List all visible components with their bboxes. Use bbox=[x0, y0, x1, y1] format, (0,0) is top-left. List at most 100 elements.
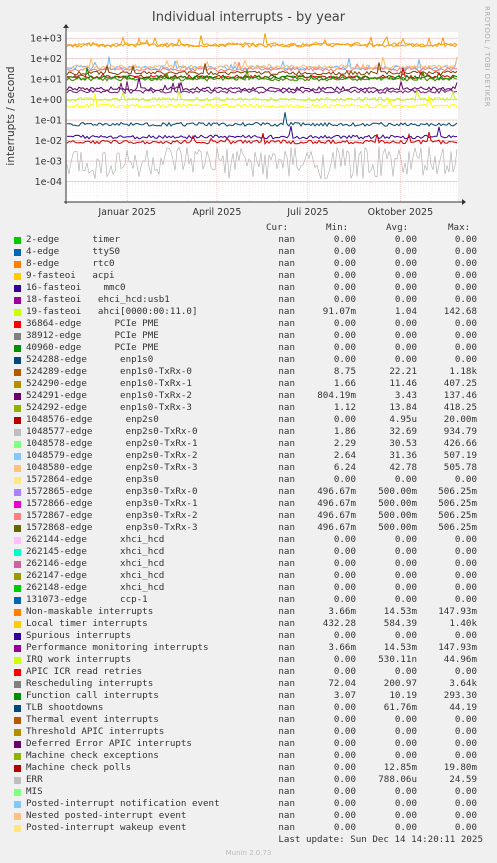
cur-value: nan bbox=[278, 762, 295, 773]
interrupts-chart: 1e+03 1e+02 1e+01 1e+00 1e-01 1e-02 1e-03 1e-04… bbox=[5, 24, 466, 218]
series-name: 524292-edge enp1s0-TxRx-3 bbox=[26, 402, 192, 413]
min-value: 72.04 bbox=[328, 678, 356, 689]
cur-value: nan bbox=[278, 402, 295, 413]
legend-row: 1048578-edge enp2s0-TxRx-1 nan 2.29 30.53 42… bbox=[0, 438, 497, 450]
max-value: 19.80m bbox=[443, 762, 477, 773]
avg-value: 13.84 bbox=[389, 402, 417, 413]
cur-value: nan bbox=[278, 642, 295, 653]
max-value: 142.68 bbox=[443, 306, 477, 317]
series-name: 1572868-edge enp3s0-TxRx-3 bbox=[26, 522, 198, 533]
max-value: 20.00m bbox=[443, 414, 477, 425]
min-value: 2.64 bbox=[333, 450, 356, 461]
legend-row: 1048579-edge enp2s0-TxRx-2 nan 2.64 31.36 50… bbox=[0, 450, 497, 462]
max-value: 0.00 bbox=[454, 534, 477, 545]
legend-row: 4-edge ttyS0 nan 0.00 0.00 0.00 bbox=[0, 246, 497, 258]
legend-row: MIS nan 0.00 0.00 0.00 bbox=[0, 786, 497, 798]
cur-value: nan bbox=[278, 570, 295, 581]
series-swatch bbox=[14, 441, 21, 448]
series-name: Deferred Error APIC interrupts bbox=[26, 738, 192, 749]
series-swatch bbox=[14, 261, 21, 268]
y-tick-labels: 1e+03 1e+02 1e+01 1e+00 1e-01 1e-02 1e-03 1e-04 bbox=[30, 34, 62, 188]
series-swatch bbox=[14, 369, 21, 376]
avg-value: 200.97 bbox=[383, 678, 417, 689]
max-value: 147.93m bbox=[438, 606, 477, 617]
avg-value: 1.04 bbox=[394, 306, 417, 317]
series-name: 262145-edge xhci_hcd bbox=[26, 546, 165, 557]
cur-value: nan bbox=[278, 462, 295, 473]
series-swatch bbox=[14, 501, 21, 508]
cur-value: nan bbox=[278, 534, 295, 545]
avg-value: 0.00 bbox=[394, 630, 417, 641]
series-name: Posted-interrupt notification event bbox=[26, 798, 220, 809]
series-name: 40960-edge PCIe PME bbox=[26, 342, 159, 353]
series-swatch bbox=[14, 273, 21, 280]
min-value: 432.28 bbox=[322, 618, 356, 629]
max-value: 24.59 bbox=[449, 774, 477, 785]
min-value: 0.00 bbox=[333, 258, 356, 269]
series-name: 131073-edge ccp-1 bbox=[26, 594, 148, 605]
series-name: 1048579-edge enp2s0-TxRx-2 bbox=[26, 450, 198, 461]
min-value: 496.67m bbox=[317, 522, 356, 533]
cur-value: nan bbox=[278, 594, 295, 605]
series-swatch bbox=[14, 621, 21, 628]
avg-value: 0.00 bbox=[394, 786, 417, 797]
max-value: 0.00 bbox=[454, 666, 477, 677]
series-swatch bbox=[14, 333, 21, 340]
x-tick-label: Oktober 2025 bbox=[368, 207, 434, 218]
avg-value: 0.00 bbox=[394, 534, 417, 545]
cur-value: nan bbox=[278, 750, 295, 761]
min-value: 3.07 bbox=[333, 690, 356, 701]
avg-value: 22.21 bbox=[389, 366, 417, 377]
series-swatch bbox=[14, 453, 21, 460]
min-value: 0.00 bbox=[333, 234, 356, 245]
max-value: 934.79 bbox=[443, 426, 477, 437]
min-value: 91.07m bbox=[322, 306, 356, 317]
cur-value: nan bbox=[278, 390, 295, 401]
series-swatch bbox=[14, 813, 21, 820]
cur-value: nan bbox=[278, 810, 295, 821]
series-name: 2-edge timer bbox=[26, 234, 121, 245]
series-swatch bbox=[14, 801, 21, 808]
header-cur: Cur: bbox=[266, 222, 289, 233]
avg-value: 31.36 bbox=[389, 450, 417, 461]
legend-row: 1048580-edge enp2s0-TxRx-3 nan 6.24 42.78 50… bbox=[0, 462, 497, 474]
min-value: 0.00 bbox=[333, 798, 356, 809]
series-swatch bbox=[14, 765, 21, 772]
series-name: TLB shootdowns bbox=[26, 702, 104, 713]
avg-value: 500.00m bbox=[378, 498, 417, 509]
series-swatch bbox=[14, 585, 21, 592]
legend-row: Thermal event interrupts nan 0.00 0.00 0.00 bbox=[0, 714, 497, 726]
avg-value: 0.00 bbox=[394, 594, 417, 605]
max-value: 507.19 bbox=[443, 450, 477, 461]
avg-value: 10.19 bbox=[389, 690, 417, 701]
series-swatch bbox=[14, 669, 21, 676]
avg-value: 0.00 bbox=[394, 810, 417, 821]
series-swatch bbox=[14, 297, 21, 304]
avg-value: 500.00m bbox=[378, 510, 417, 521]
cur-value: nan bbox=[278, 282, 295, 293]
series-name: Function call interrupts bbox=[26, 690, 159, 701]
x-tick-label: April 2025 bbox=[192, 207, 241, 218]
min-value: 804.19m bbox=[317, 390, 356, 401]
series-swatch bbox=[14, 561, 21, 568]
series-name: Non-maskable interrupts bbox=[26, 606, 154, 617]
series-swatch bbox=[14, 681, 21, 688]
legend-row: 9-fasteoi acpi nan 0.00 0.00 0.00 bbox=[0, 270, 497, 282]
series-name: 38912-edge PCIe PME bbox=[26, 330, 159, 341]
legend-row: 8-edge rtc0 nan 0.00 0.00 0.00 bbox=[0, 258, 497, 270]
legend-row: 262145-edge xhci_hcd nan 0.00 0.00 0.00 bbox=[0, 546, 497, 558]
cur-value: nan bbox=[278, 234, 295, 245]
legend-row: Posted-interrupt notification event nan 0.… bbox=[0, 798, 497, 810]
series-swatch bbox=[14, 357, 21, 364]
series-name: 8-edge rtc0 bbox=[26, 258, 115, 269]
series-swatch bbox=[14, 645, 21, 652]
max-value: 0.00 bbox=[454, 822, 477, 833]
cur-value: nan bbox=[278, 306, 295, 317]
cur-value: nan bbox=[278, 690, 295, 701]
series-swatch bbox=[14, 321, 21, 328]
series-swatch bbox=[14, 789, 21, 796]
cur-value: nan bbox=[278, 678, 295, 689]
min-value: 0.00 bbox=[333, 570, 356, 581]
legend-row: 1048577-edge enp2s0-TxRx-0 nan 1.86 32.69 93… bbox=[0, 426, 497, 438]
cur-value: nan bbox=[278, 702, 295, 713]
